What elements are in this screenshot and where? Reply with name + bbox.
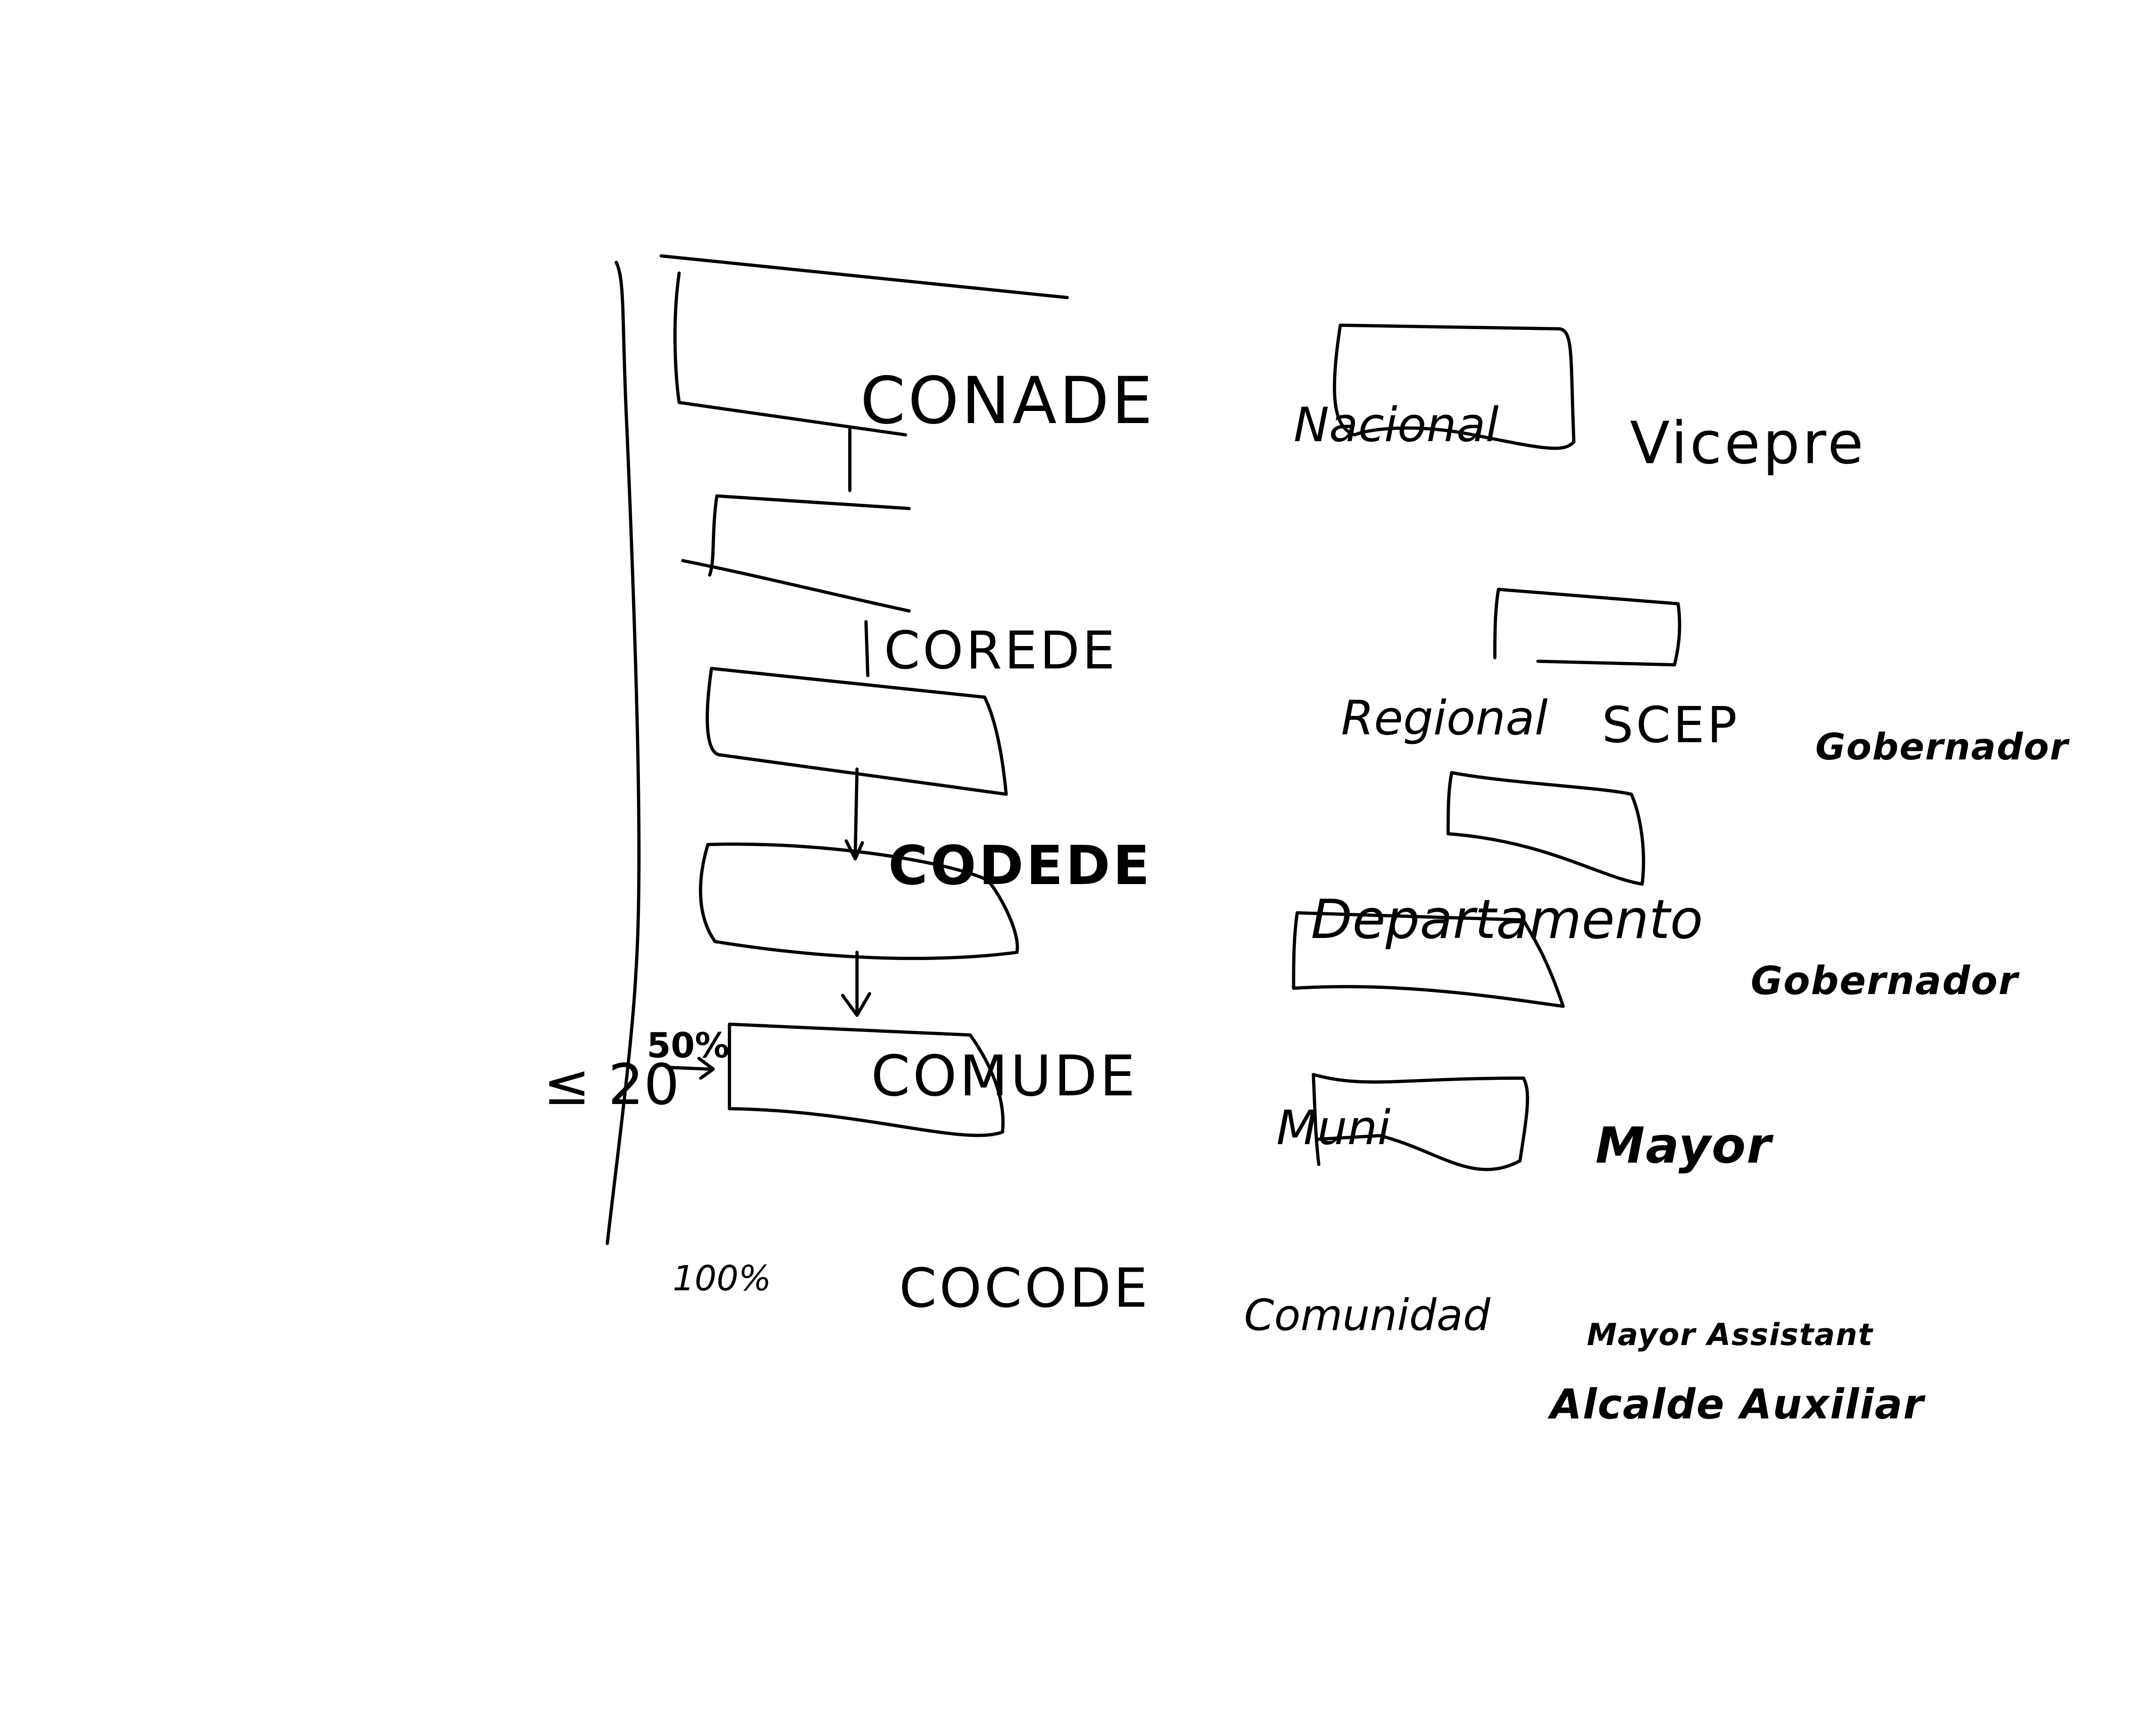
leader-gobernador-1: Gobernador	[1815, 726, 2069, 768]
council-conade: CONADE	[860, 364, 1155, 439]
connector-2	[864, 620, 870, 677]
council-corede: COREDE	[884, 621, 1118, 681]
box-corede	[681, 494, 911, 613]
scope-comunidad: Comunidad	[1244, 1290, 1491, 1340]
arrow-3	[844, 767, 864, 861]
scope-departamento: Departamento	[1311, 888, 1703, 951]
whiteboard-sketch: CONADE Nacional Vicepre COREDE Regional …	[0, 0, 2156, 1725]
box-gobernador-1	[1493, 587, 1681, 667]
leader-mayor-assistant: Mayor Assistant	[1587, 1317, 1874, 1352]
council-cocode: COCODE	[899, 1257, 1150, 1320]
leader-vicepre: Vicepre	[1630, 409, 1866, 477]
scope-muni: Muni	[1276, 1100, 1391, 1155]
council-comude: COMUDE	[871, 1043, 1138, 1109]
top-line	[659, 254, 1069, 299]
council-codede: CODEDE	[888, 834, 1153, 897]
limit-percent-annotation: 50%	[647, 1026, 730, 1066]
scep-label: SCEP	[1602, 696, 1740, 754]
leader-gobernador-2: Gobernador	[1751, 958, 2018, 1004]
box-gobernador-2	[1446, 771, 1645, 886]
full-percent-annotation: 100%	[673, 1258, 771, 1298]
scope-regional: Regional	[1341, 690, 1548, 746]
leader-alcalde-auxiliar: Alcalde Auxiliar	[1550, 1381, 1924, 1428]
leader-mayor: Mayor	[1595, 1117, 1772, 1175]
arrow-4	[841, 950, 871, 1017]
scope-nacional: Nacional	[1294, 397, 1499, 452]
